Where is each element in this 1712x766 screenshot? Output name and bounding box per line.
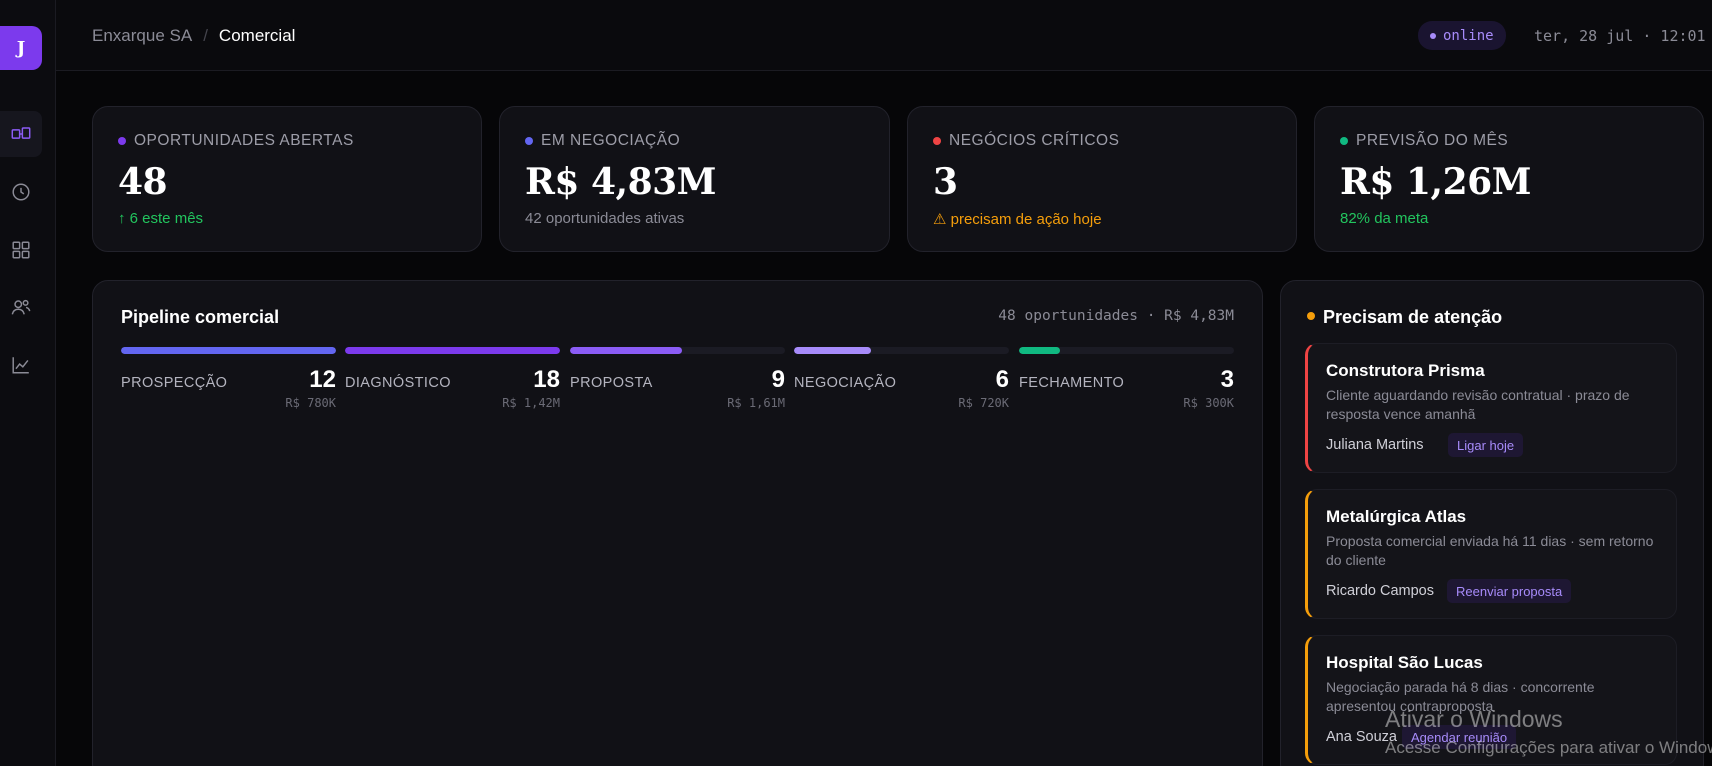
breadcrumb-current: Comercial — [218, 26, 296, 45]
kpi-label: OPORTUNIDADES ABERTAS — [134, 132, 354, 149]
stage-progress-bar — [1019, 347, 1060, 354]
kpi-value: 48 — [118, 161, 168, 203]
windows-activation-title: Ativar o Windows — [1385, 706, 1563, 732]
stage-progress-bar — [794, 347, 872, 354]
kpi-sub: 42 oportunidades ativas — [525, 210, 685, 227]
card-title: Construtora Prisma — [1326, 361, 1485, 380]
stage-progress-track — [794, 347, 1009, 354]
kpi-sub: 82% da meta — [1340, 210, 1429, 227]
chart-icon — [12, 357, 29, 374]
breadcrumb-org[interactable]: Enxarque SA — [92, 26, 192, 46]
pipeline-stage[interactable]: DIAGNÓSTICO 18 R$ 1,42M — [345, 347, 560, 410]
windows-activation-subtitle: Acesse Configurações para ativar o Windo… — [1385, 738, 1712, 757]
stage-count: 6 — [995, 366, 1009, 393]
topbar: Enxarque SA / Comercial online ter, 28 j… — [56, 0, 1712, 71]
attention-card[interactable]: Metalúrgica Atlas Proposta comercial env… — [1305, 489, 1677, 619]
stage-name: DIAGNÓSTICO — [345, 375, 451, 391]
stage-count: 9 — [771, 366, 785, 393]
kpi-dot-icon — [933, 137, 941, 145]
stage-value: R$ 1,42M — [502, 396, 560, 410]
stage-name: FECHAMENTO — [1019, 375, 1125, 391]
kpi-dot-icon — [118, 137, 126, 145]
stage-value: R$ 1,61M — [727, 396, 785, 410]
status-label: online — [1443, 27, 1494, 44]
stage-value: R$ 720K — [958, 396, 1009, 410]
kpi-value: R$ 4,83M — [525, 161, 717, 203]
stage-progress-bar — [570, 347, 682, 354]
card-description: Cliente aguardando revisão contratual · … — [1326, 387, 1630, 422]
clock-icon — [12, 183, 30, 201]
pipeline-title: Pipeline comercial — [121, 307, 280, 327]
pipeline-stage[interactable]: PROSPECÇÃO 12 R$ 780K — [121, 347, 336, 410]
stage-name: NEGOCIAÇÃO — [794, 375, 897, 391]
pipeline-stage[interactable]: FECHAMENTO 3 R$ 300K — [1019, 347, 1234, 410]
card-action-button[interactable]: Ligar hoje — [1448, 433, 1524, 457]
nav-pipeline[interactable] — [0, 111, 42, 157]
pipeline-stage[interactable]: NEGOCIAÇÃO 6 R$ 720K — [794, 347, 1009, 410]
breadcrumb: Enxarque SA / Comercial — [92, 26, 295, 46]
kpi-value: 3 — [933, 161, 958, 203]
nav-contacts[interactable] — [0, 284, 42, 330]
stage-name: PROSPECÇÃO — [121, 375, 228, 391]
kpi-dot-icon — [1340, 137, 1348, 145]
stage-value: R$ 780K — [285, 396, 336, 410]
stage-progress-bar — [345, 347, 560, 354]
kpi-label: NEGÓCIOS CRÍTICOS — [949, 132, 1120, 149]
card-description: Proposta comercial enviada há 11 dias · … — [1326, 533, 1654, 568]
stage-name: PROPOSTA — [570, 375, 653, 391]
datetime: ter, 28 jul · 12:01 — [1534, 27, 1706, 45]
users-icon — [11, 299, 31, 315]
attention-card[interactable]: Construtora Prisma Cliente aguardando re… — [1305, 343, 1677, 473]
pipeline-stage[interactable]: PROPOSTA 9 R$ 1,61M — [570, 347, 785, 410]
card-title: Metalúrgica Atlas — [1326, 507, 1467, 526]
kpi-critical-deals: NEGÓCIOS CRÍTICOS 3 ⚠ precisam de ação h… — [907, 106, 1297, 252]
nav-reports[interactable] — [0, 342, 42, 388]
kpi-in-negotiation: EM NEGOCIAÇÃO R$ 4,83M 42 oportunidades … — [499, 106, 890, 252]
stage-count: 18 — [533, 366, 560, 393]
kpi-open-opportunities: OPORTUNIDADES ABERTAS 48 ↑ 6 este mês — [92, 106, 482, 252]
attention-title: Precisam de atenção — [1323, 307, 1503, 327]
pipeline-panel: Pipeline comercial 48 oportunidades · R$… — [92, 280, 1263, 766]
card-owner: Ricardo Campos — [1326, 583, 1434, 599]
attention-dot-icon — [1307, 312, 1315, 320]
card-owner: Juliana Martins — [1326, 437, 1424, 453]
avatar[interactable]: J — [0, 26, 42, 70]
kpi-month-forecast: PREVISÃO DO MÊS R$ 1,26M 82% da meta — [1314, 106, 1704, 252]
stage-count: 3 — [1220, 366, 1234, 393]
card-action-button[interactable]: Reenviar proposta — [1447, 579, 1572, 603]
kpi-label: EM NEGOCIAÇÃO — [541, 132, 681, 149]
stage-progress-track — [1019, 347, 1234, 354]
grid-icon — [12, 241, 30, 259]
card-title: Hospital São Lucas — [1326, 653, 1483, 672]
status-badge: online — [1418, 21, 1506, 50]
kpi-value: R$ 1,26M — [1340, 161, 1532, 203]
sidebar: J — [0, 0, 56, 766]
breadcrumb-separator: / — [203, 26, 208, 45]
stage-count: 12 — [309, 366, 336, 393]
status-dot-icon — [1430, 32, 1436, 39]
kpi-label: PREVISÃO DO MÊS — [1356, 132, 1509, 149]
stage-value: R$ 300K — [1183, 396, 1234, 410]
attention-panel: Precisam de atenção Construtora Prisma C… — [1280, 280, 1704, 766]
nav-dashboard[interactable] — [0, 227, 42, 273]
stage-progress-bar — [121, 347, 336, 354]
stage-progress-track — [121, 347, 336, 354]
kpi-dot-icon — [525, 137, 533, 145]
kpi-sub: ↑ 6 este mês — [118, 210, 204, 227]
stage-progress-track — [345, 347, 560, 354]
pipeline-icon — [11, 127, 31, 139]
nav-history[interactable] — [0, 169, 42, 215]
stage-progress-track — [570, 347, 785, 354]
kpi-sub: ⚠ precisam de ação hoje — [933, 211, 1102, 228]
pipeline-summary: 48 oportunidades · R$ 4,83M — [998, 308, 1234, 324]
